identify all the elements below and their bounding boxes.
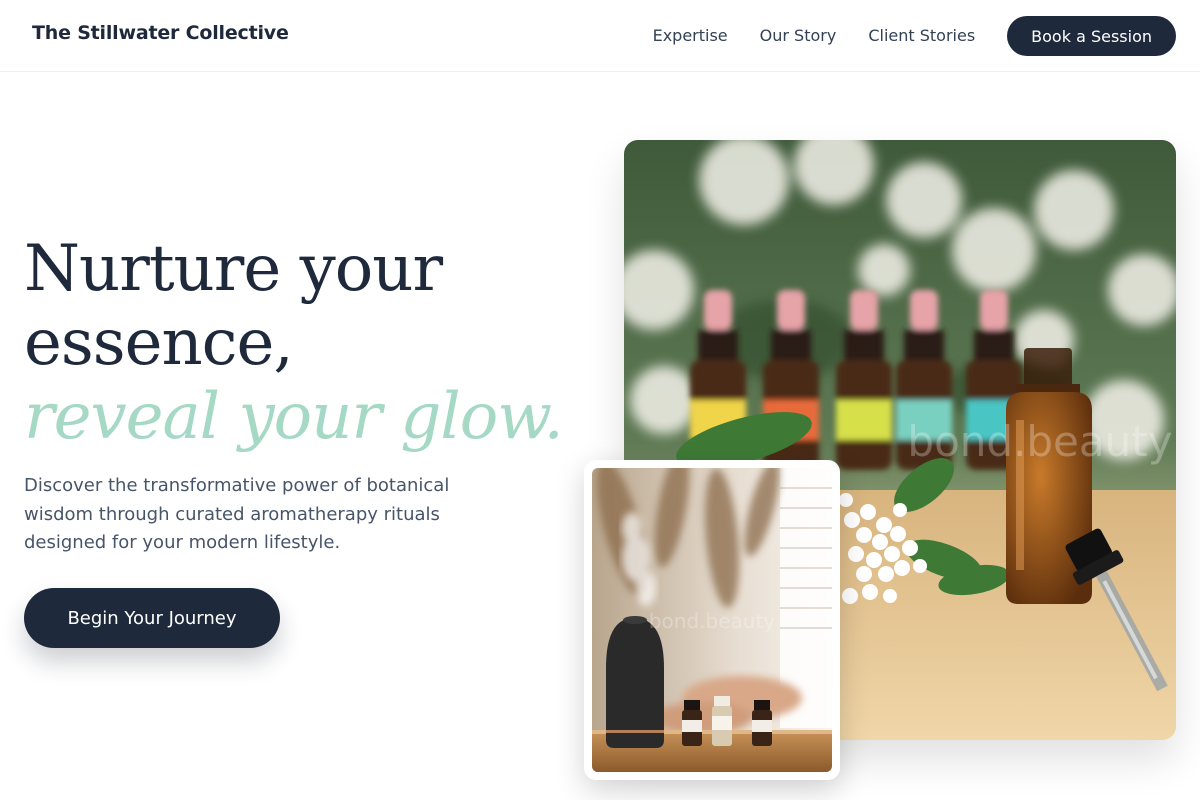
main-image-watermark: bond.beauty (907, 417, 1172, 466)
hero-description: Discover the transformative power of bot… (24, 475, 450, 553)
nav-link-our-story[interactable]: Our Story (760, 16, 837, 56)
hero-title-accent: reveal your glow. (24, 380, 564, 454)
begin-journey-button[interactable]: Begin Your Journey (24, 588, 280, 648)
small-image-watermark: bond.beauty (649, 609, 775, 633)
hero-title-line-1: Nurture your (24, 232, 443, 306)
hero-title: Nurture your essence, reveal your glow. (24, 232, 584, 454)
nav-link-expertise[interactable]: Expertise (653, 16, 728, 56)
diffuser-image-frame: bond.beauty (592, 468, 832, 772)
brand-logo[interactable]: The Stillwater Collective (32, 22, 289, 44)
site-header: The Stillwater Collective Expertise Our … (0, 0, 1200, 72)
nav-link-client-stories[interactable]: Client Stories (868, 16, 975, 56)
hero-title-line-2: essence, (24, 306, 294, 380)
book-session-button[interactable]: Book a Session (1007, 16, 1176, 56)
diffuser-image-card: bond.beauty (584, 460, 840, 780)
main-nav: Expertise Our Story Client Stories Book … (653, 16, 1176, 56)
diffuser-photo: bond.beauty (592, 468, 832, 772)
